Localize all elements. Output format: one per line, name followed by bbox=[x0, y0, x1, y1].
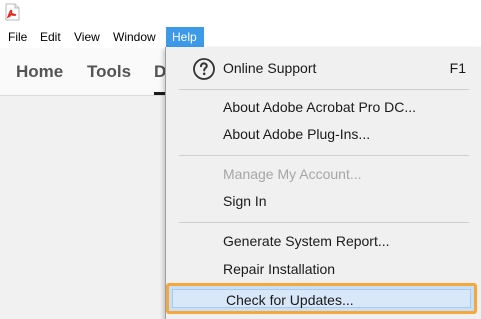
menu-help[interactable]: Help bbox=[166, 27, 204, 48]
menu-separator bbox=[179, 155, 469, 156]
online-support-label: Online Support bbox=[223, 60, 317, 76]
manage-account-label: Manage My Account... bbox=[223, 166, 362, 182]
sign-in-label: Sign In bbox=[223, 193, 267, 209]
generate-report-label: Generate System Report... bbox=[223, 233, 390, 249]
about-acrobat-label: About Adobe Acrobat Pro DC... bbox=[223, 99, 417, 115]
online-support-shortcut: F1 bbox=[449, 60, 466, 76]
highlight-outline: Check for Updates... bbox=[166, 283, 477, 314]
menu-separator bbox=[179, 89, 469, 90]
menu-view[interactable]: View bbox=[70, 27, 104, 48]
question-circle-icon bbox=[193, 58, 215, 80]
about-plugins-label: About Adobe Plug-Ins... bbox=[223, 126, 371, 142]
tab-tools[interactable]: Tools bbox=[87, 62, 131, 82]
menu-item-generate-report[interactable]: Generate System Report... bbox=[166, 229, 481, 255]
menu-item-manage-account: Manage My Account... bbox=[166, 162, 481, 188]
menu-file[interactable]: File bbox=[4, 27, 31, 48]
acrobat-pdf-icon[interactable] bbox=[3, 3, 21, 21]
menu-edit[interactable]: Edit bbox=[36, 27, 65, 48]
menu-item-about-plugins[interactable]: About Adobe Plug-Ins... bbox=[166, 122, 481, 148]
menu-item-repair-installation[interactable]: Repair Installation bbox=[166, 257, 481, 283]
menu-separator bbox=[179, 222, 469, 223]
menu-bar: File Edit View Window Help bbox=[0, 27, 481, 49]
title-bar bbox=[0, 0, 481, 27]
menu-item-online-support[interactable]: Online Support F1 bbox=[166, 56, 481, 82]
repair-installation-label: Repair Installation bbox=[223, 261, 336, 277]
help-dropdown-menu: Online Support F1 About Adobe Acrobat Pr… bbox=[165, 47, 481, 319]
menu-window[interactable]: Window bbox=[109, 27, 160, 48]
menu-item-about-acrobat[interactable]: About Adobe Acrobat Pro DC... bbox=[166, 95, 481, 121]
check-updates-label: Check for Updates... bbox=[226, 292, 354, 308]
menu-item-check-updates[interactable]: Check for Updates... bbox=[172, 289, 471, 308]
menu-item-sign-in[interactable]: Sign In bbox=[166, 189, 481, 215]
tab-home[interactable]: Home bbox=[16, 62, 63, 82]
